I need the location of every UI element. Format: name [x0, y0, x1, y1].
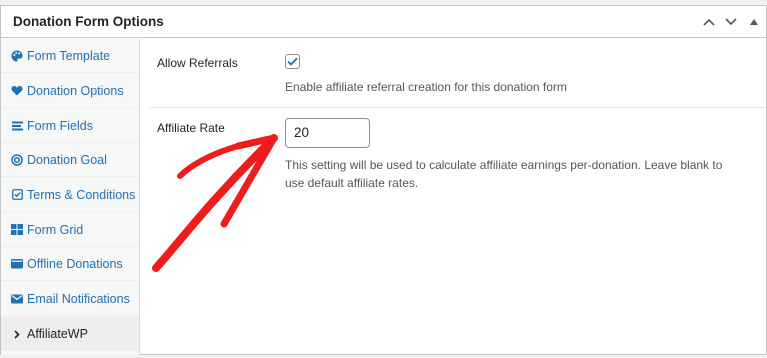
affiliate-rate-input[interactable]: 20	[285, 118, 370, 148]
tab-label: Terms & Conditions	[27, 187, 136, 202]
tab-form-fields[interactable]: Form Fields	[1, 109, 139, 143]
panel-title: Donation Form Options	[13, 14, 164, 29]
allow-referrals-label: Allow Referrals	[157, 56, 238, 70]
grid-icon	[11, 224, 23, 236]
chevron-down-icon	[725, 18, 737, 26]
tab-label: Form Grid	[27, 222, 84, 237]
donation-form-options-panel: Donation Form Options Form Template Dona…	[0, 5, 767, 355]
tab-form-template[interactable]: Form Template	[1, 39, 139, 73]
chevron-right-icon	[11, 328, 23, 340]
tab-terms-conditions[interactable]: Terms & Conditions	[1, 178, 139, 212]
tab-form-grid[interactable]: Form Grid	[1, 213, 139, 247]
toggle-panel-button[interactable]	[746, 14, 762, 30]
allow-referrals-description: Enable affiliate referral creation for t…	[285, 80, 567, 94]
tab-donation-options[interactable]: Donation Options	[1, 74, 139, 108]
options-sidebar: Form Template Donation Options Form Fiel…	[1, 39, 140, 355]
envelope-icon	[11, 293, 23, 305]
list-icon	[11, 120, 23, 132]
checkbox-icon	[11, 189, 23, 201]
wallet-icon	[11, 258, 23, 270]
tab-label: Donation Options	[27, 83, 124, 98]
palette-icon	[11, 50, 23, 62]
tab-label: Form Fields	[27, 118, 93, 133]
row-divider	[149, 107, 766, 108]
affiliate-rate-description: This setting will be used to calculate a…	[285, 158, 723, 190]
chevron-up-icon	[703, 18, 715, 26]
move-up-button[interactable]	[701, 14, 717, 30]
tab-label: Offline Donations	[27, 256, 123, 271]
tab-affiliatewp[interactable]: AffiliateWP	[1, 317, 139, 351]
heart-icon	[11, 85, 23, 97]
checkmark-icon	[287, 57, 298, 66]
tab-label: Donation Goal	[27, 152, 107, 167]
allow-referrals-checkbox[interactable]	[285, 54, 300, 69]
caret-up-icon	[750, 19, 758, 25]
tab-offline-donations[interactable]: Offline Donations	[1, 247, 139, 281]
red-arrow-annotation	[152, 134, 278, 272]
move-down-button[interactable]	[723, 14, 739, 30]
tab-email-notifications[interactable]: Email Notifications	[1, 282, 139, 316]
panel-header: Donation Form Options	[1, 6, 766, 38]
tab-label: Email Notifications	[27, 291, 130, 306]
tab-label: AffiliateWP	[27, 327, 88, 341]
tab-donation-goal[interactable]: Donation Goal	[1, 143, 139, 177]
target-icon	[11, 153, 23, 166]
tab-label: Form Template	[27, 48, 111, 63]
